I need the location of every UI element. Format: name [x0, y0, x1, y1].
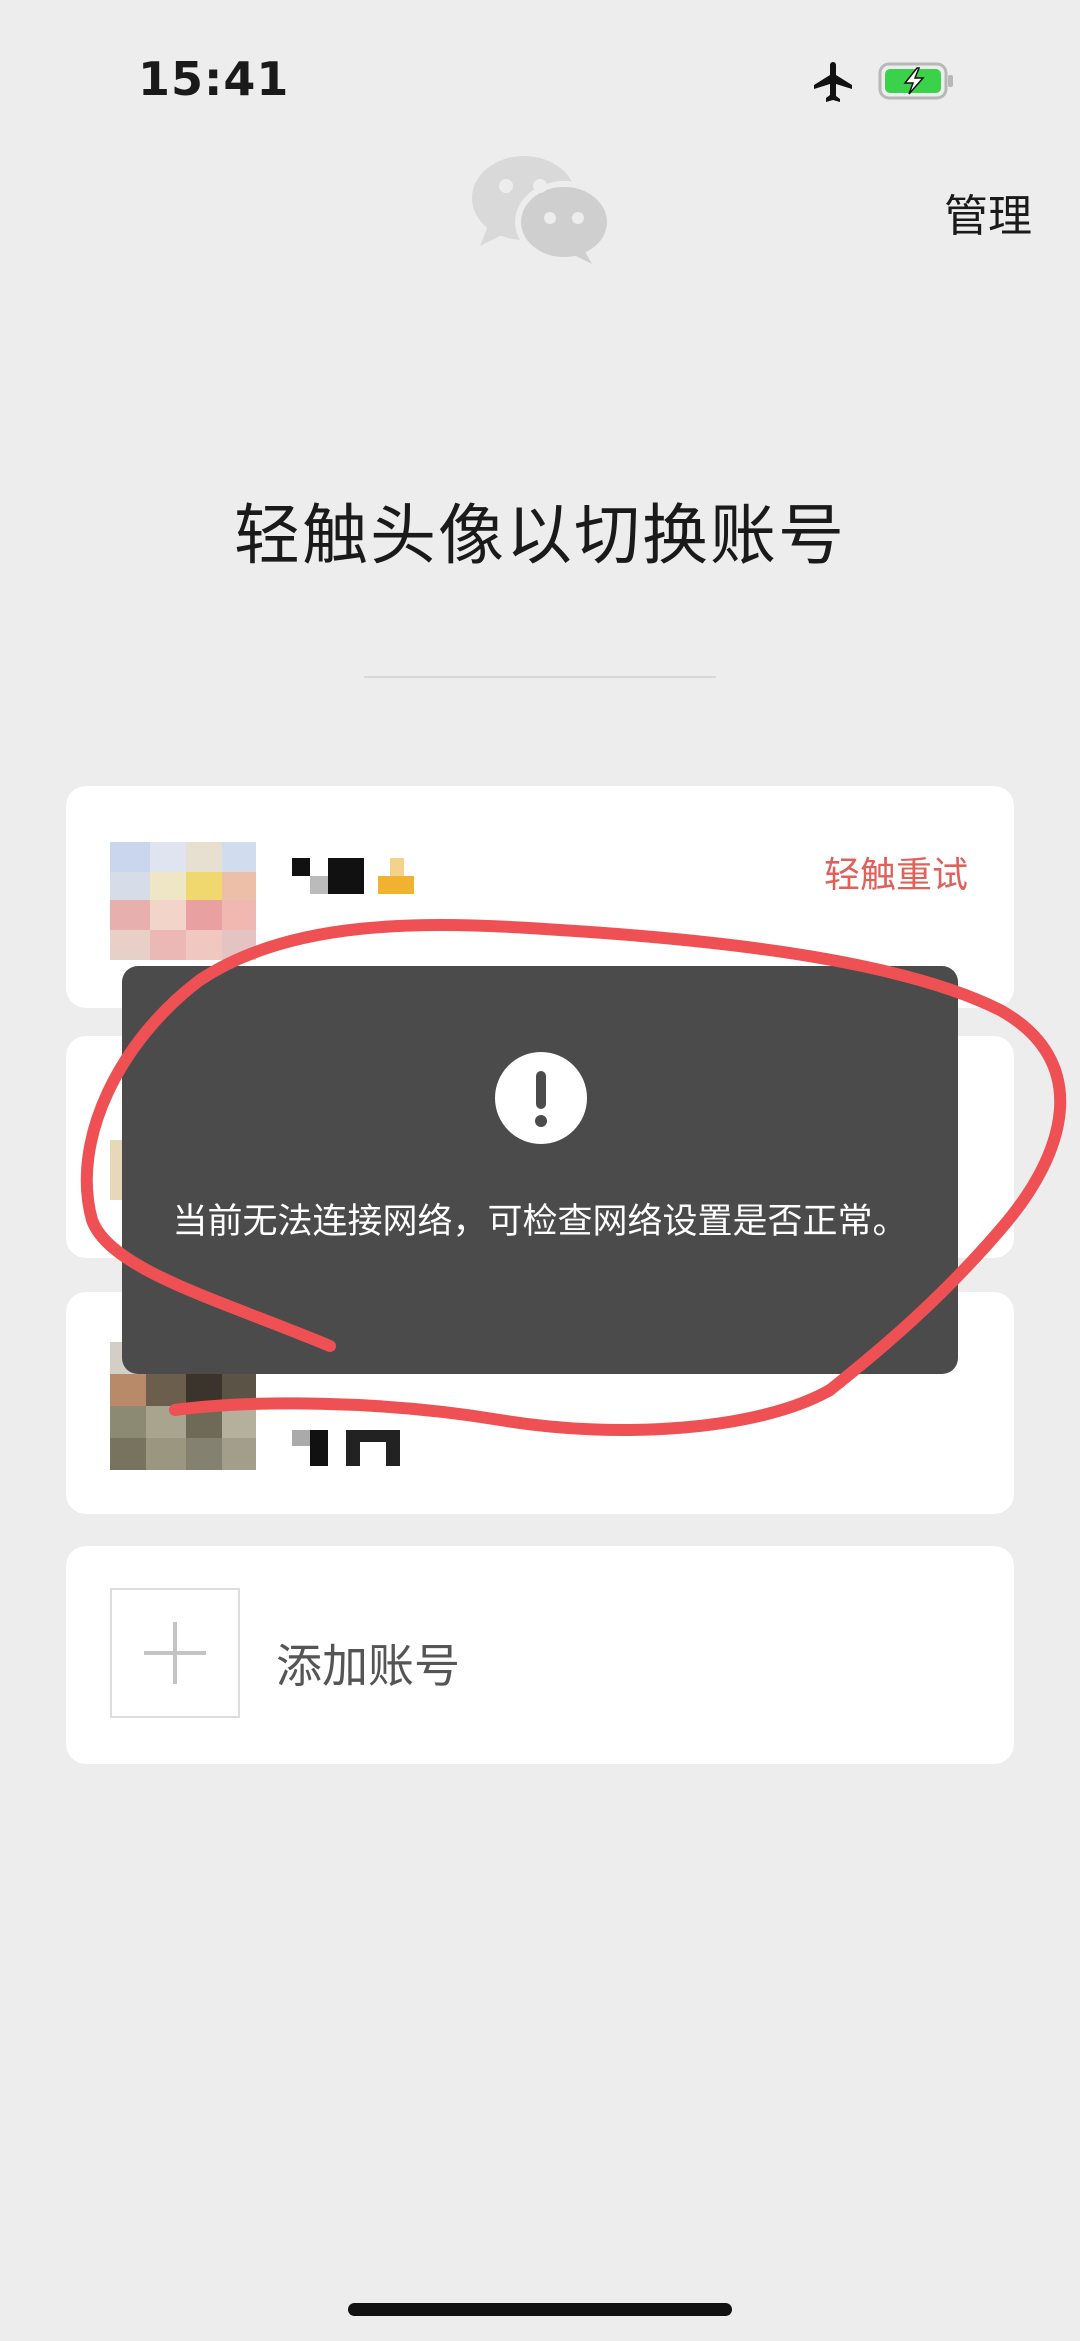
retry-link[interactable]: 轻触重试	[824, 846, 968, 898]
account-avatar-1[interactable]	[110, 842, 256, 960]
plus-icon	[144, 1622, 206, 1684]
battery-charging-icon	[878, 62, 953, 100]
page-title: 轻触头像以切换账号	[234, 497, 846, 574]
toast-message: 当前无法连接网络，可检查网络设置是否正常。	[172, 1202, 908, 1242]
manage-button[interactable]: 管理	[944, 180, 1032, 244]
exclamation-icon	[495, 1052, 587, 1144]
title-divider	[364, 676, 716, 678]
wechat-logo-icon	[472, 156, 612, 264]
airplane-mode-icon	[814, 62, 852, 102]
home-indicator	[348, 2303, 732, 2316]
status-time: 15:41	[138, 52, 290, 106]
status-bar: 15:41	[0, 0, 1080, 150]
add-account-button[interactable]	[110, 1588, 240, 1718]
network-error-toast: 当前无法连接网络，可检查网络设置是否正常。	[122, 966, 958, 1374]
add-account-label: 添加账号	[276, 1639, 460, 1693]
add-account-card[interactable]: 添加账号	[66, 1546, 1014, 1764]
